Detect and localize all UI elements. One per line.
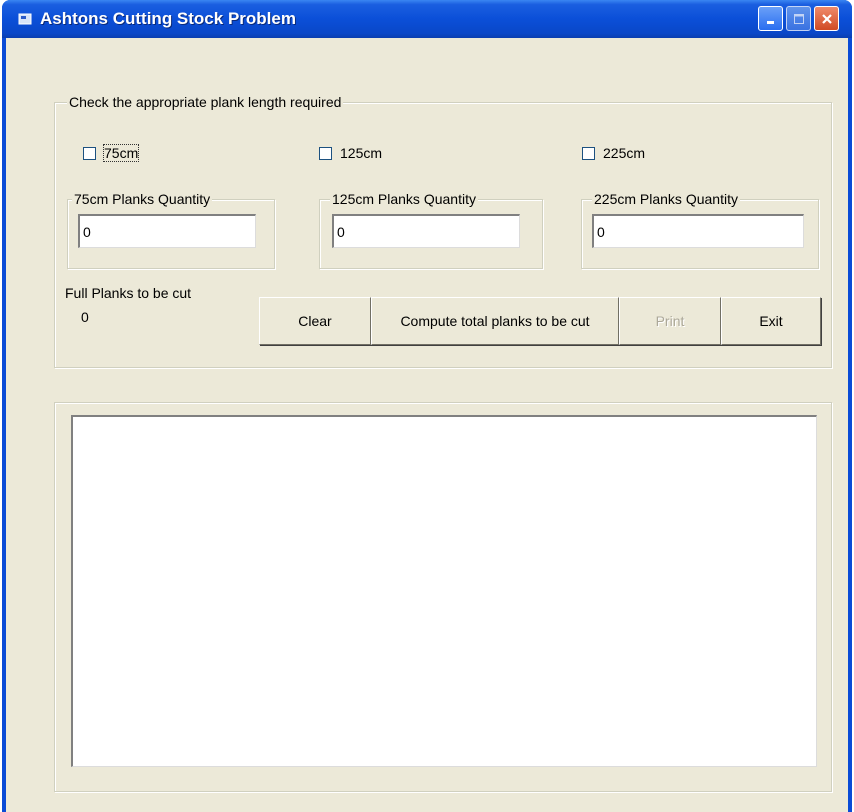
compute-button[interactable]: Compute total planks to be cut <box>371 297 619 345</box>
quantity-75cm-frame: 75cm Planks Quantity <box>67 191 275 269</box>
full-planks-value: 0 <box>81 309 89 325</box>
quantity-125cm-input[interactable] <box>332 214 520 248</box>
quantity-75cm-caption: 75cm Planks Quantity <box>72 191 213 208</box>
quantity-225cm-input[interactable] <box>592 214 804 248</box>
close-icon <box>821 13 832 24</box>
clear-button[interactable]: Clear <box>259 297 371 345</box>
checkbox-125cm[interactable]: 125cm <box>319 145 382 161</box>
app-icon <box>18 13 32 25</box>
checkbox-225cm-box[interactable] <box>582 146 595 160</box>
checkbox-225cm[interactable]: 225cm <box>582 145 645 161</box>
plank-selection-caption: Check the appropriate plank length requi… <box>67 94 344 111</box>
checkbox-125cm-label[interactable]: 125cm <box>340 145 382 161</box>
quantity-225cm-caption: 225cm Planks Quantity <box>592 191 740 208</box>
maximize-button[interactable] <box>786 6 811 31</box>
app-window: Ashtons Cutting Stock Problem Check the … <box>2 0 852 812</box>
maximize-icon <box>793 13 804 24</box>
quantity-75cm-input[interactable] <box>78 214 256 248</box>
minimize-icon <box>766 20 774 24</box>
output-textarea[interactable] <box>71 415 817 767</box>
checkbox-75cm-label[interactable]: 75cm <box>102 144 140 162</box>
checkbox-225cm-label[interactable]: 225cm <box>603 145 645 161</box>
minimize-button[interactable] <box>758 6 783 31</box>
plank-selection-frame: Check the appropriate plank length requi… <box>54 94 832 368</box>
quantity-225cm-frame: 225cm Planks Quantity <box>581 191 819 269</box>
checkbox-75cm[interactable]: 75cm <box>83 144 140 162</box>
quantity-125cm-caption: 125cm Planks Quantity <box>330 191 478 208</box>
close-button[interactable] <box>814 6 839 31</box>
exit-button[interactable]: Exit <box>721 297 821 345</box>
print-button[interactable]: Print <box>619 297 721 345</box>
full-planks-label: Full Planks to be cut <box>65 285 192 301</box>
output-frame <box>54 402 832 792</box>
client-area: Check the appropriate plank length requi… <box>6 38 848 812</box>
quantity-125cm-frame: 125cm Planks Quantity <box>319 191 543 269</box>
checkbox-125cm-box[interactable] <box>319 146 332 160</box>
title-bar[interactable]: Ashtons Cutting Stock Problem <box>2 0 852 38</box>
window-title: Ashtons Cutting Stock Problem <box>40 9 296 28</box>
checkbox-75cm-box[interactable] <box>83 146 96 160</box>
